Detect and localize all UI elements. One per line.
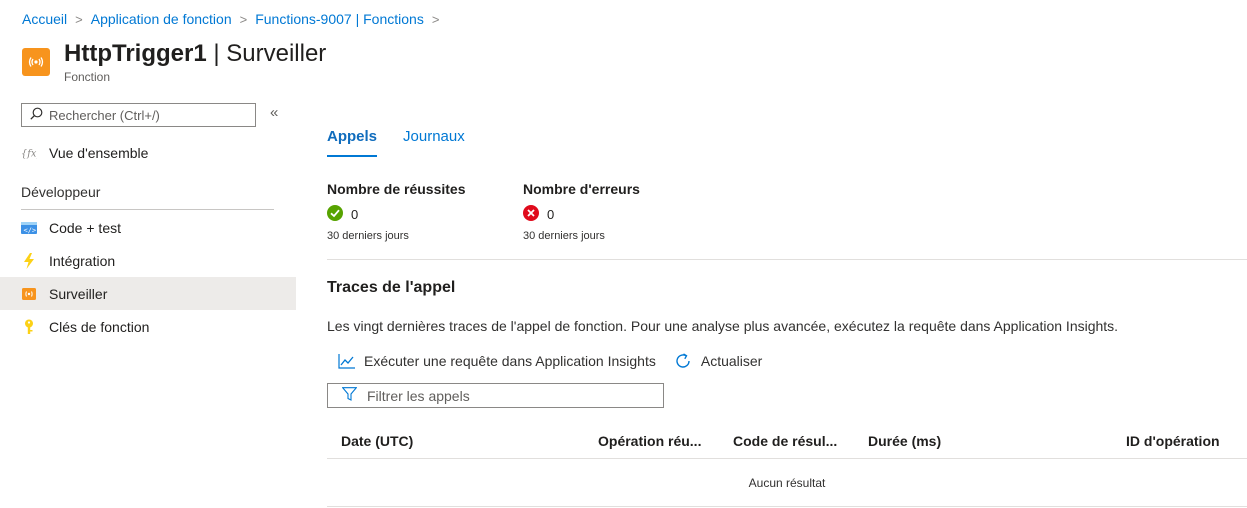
function-app-icon bbox=[22, 48, 50, 76]
refresh-icon bbox=[674, 352, 692, 370]
filter-placeholder: Filtrer les appels bbox=[367, 387, 470, 404]
success-check-icon bbox=[327, 205, 343, 224]
sidebar-item-label: Vue d'ensemble bbox=[49, 144, 149, 161]
page-title-blade: | Surveiller bbox=[206, 40, 327, 67]
refresh-label: Actualiser bbox=[700, 353, 763, 369]
column-header-duration[interactable]: Durée (ms) bbox=[868, 433, 941, 449]
filter-invocations-input[interactable]: Filtrer les appels bbox=[327, 383, 664, 408]
breadcrumb: Accueil > Application de fonction > Func… bbox=[22, 11, 447, 27]
code-icon: </> bbox=[21, 220, 37, 236]
breadcrumb-functions-link[interactable]: Functions-9007 | Fonctions bbox=[255, 11, 424, 27]
sidebar-item-overview[interactable]: {fx} Vue d'ensemble bbox=[0, 136, 296, 169]
breadcrumb-separator: > bbox=[431, 11, 440, 27]
error-count-value: 0 bbox=[547, 207, 555, 222]
error-x-icon bbox=[523, 205, 539, 224]
lightning-icon bbox=[21, 252, 37, 269]
page-title-resource: HttpTrigger1 bbox=[64, 40, 207, 67]
page-title: HttpTrigger1 | Surveiller bbox=[64, 40, 326, 68]
traces-description: Les vingt dernières traces de l'appel de… bbox=[327, 318, 1119, 334]
run-query-button[interactable]: Exécuter une requête dans Application In… bbox=[338, 353, 656, 369]
sidebar-item-function-keys[interactable]: Clés de fonction bbox=[0, 310, 296, 343]
line-chart-icon bbox=[338, 353, 355, 369]
column-header-success[interactable]: Opération réu... bbox=[598, 433, 701, 449]
function-overview-icon: {fx} bbox=[21, 145, 37, 161]
column-header-result-code[interactable]: Code de résul... bbox=[733, 433, 837, 449]
search-icon bbox=[30, 107, 43, 123]
tab-bar: Appels Journaux bbox=[327, 128, 491, 157]
no-results-message: Aucun résultat bbox=[748, 476, 826, 490]
monitor-icon bbox=[21, 286, 37, 302]
tab-logs[interactable]: Journaux bbox=[403, 128, 465, 157]
sidebar-item-monitor[interactable]: Surveiller bbox=[0, 277, 296, 310]
search-placeholder: Rechercher (Ctrl+/) bbox=[49, 107, 160, 123]
error-count-card: Nombre d'erreurs 0 30 derniers jours bbox=[523, 181, 640, 242]
sidebar-divider bbox=[21, 209, 274, 210]
run-query-label: Exécuter une requête dans Application In… bbox=[364, 353, 656, 369]
success-count-title: Nombre de réussites bbox=[327, 181, 466, 197]
breadcrumb-function-app-link[interactable]: Application de fonction bbox=[91, 11, 232, 27]
refresh-button[interactable]: Actualiser bbox=[674, 352, 762, 370]
sidebar-item-code-test[interactable]: </> Code + test bbox=[0, 211, 296, 244]
section-divider bbox=[327, 259, 1247, 260]
page-subtitle: Fonction bbox=[64, 70, 111, 84]
column-header-date[interactable]: Date (UTC) bbox=[341, 433, 413, 449]
table-bottom-border bbox=[327, 506, 1247, 507]
error-count-period: 30 derniers jours bbox=[523, 230, 605, 242]
success-count-period: 30 derniers jours bbox=[327, 230, 409, 242]
key-icon bbox=[21, 319, 37, 335]
page-header: HttpTrigger1 | Surveiller Fonction bbox=[22, 40, 326, 84]
traces-title: Traces de l'appel bbox=[327, 279, 456, 296]
tab-invocations[interactable]: Appels bbox=[327, 128, 378, 157]
collapse-sidebar-button[interactable]: « bbox=[270, 104, 278, 121]
sidebar-item-label: Surveiller bbox=[49, 285, 108, 302]
svg-text:{fx}: {fx} bbox=[21, 148, 37, 159]
breadcrumb-separator: > bbox=[239, 11, 248, 27]
svg-text:</>: </> bbox=[24, 226, 37, 234]
sidebar-section-developer: Développeur bbox=[21, 184, 101, 200]
sidebar-search-input[interactable]: Rechercher (Ctrl+/) bbox=[21, 103, 256, 127]
breadcrumb-separator: > bbox=[75, 11, 83, 27]
sidebar-item-integration[interactable]: Intégration bbox=[0, 244, 296, 277]
column-header-operation-id[interactable]: ID d'opération bbox=[1126, 433, 1220, 449]
breadcrumb-home-link[interactable]: Accueil bbox=[22, 11, 67, 27]
sidebar-item-label: Code + test bbox=[49, 219, 121, 236]
traces-toolbar: Exécuter une requête dans Application In… bbox=[338, 352, 780, 370]
sidebar-item-label: Clés de fonction bbox=[49, 318, 150, 335]
sidebar-item-label: Intégration bbox=[49, 252, 116, 269]
success-count-value: 0 bbox=[351, 207, 359, 222]
filter-icon bbox=[341, 387, 358, 404]
success-count-card: Nombre de réussites 0 30 derniers jours bbox=[327, 181, 466, 242]
traces-table-header: Date (UTC) Opération réu... Code de résu… bbox=[327, 423, 1247, 459]
error-count-title: Nombre d'erreurs bbox=[523, 181, 640, 197]
